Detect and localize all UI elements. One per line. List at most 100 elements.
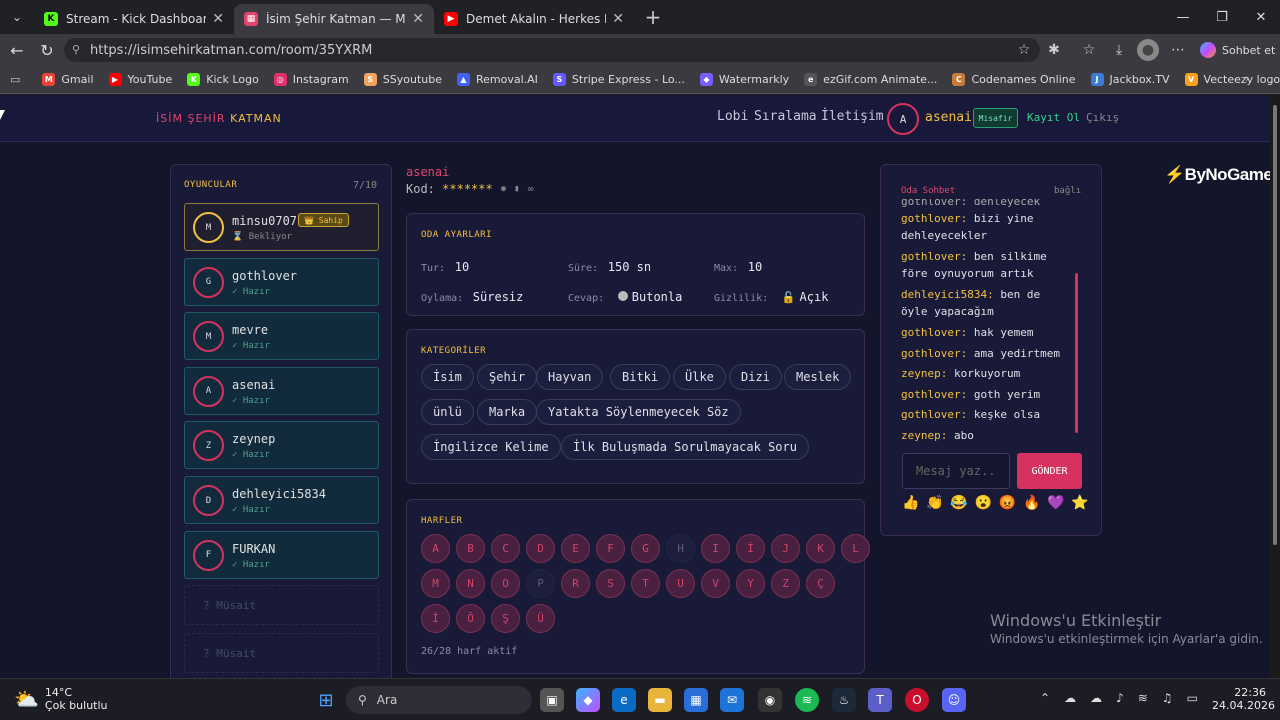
letter-button[interactable]: N (456, 569, 485, 598)
windows-start-icon[interactable]: ⊞ (314, 688, 338, 712)
category-chip[interactable]: Meslek (784, 364, 852, 390)
letter-button[interactable]: P (526, 569, 555, 598)
emoji-button[interactable]: 👍 (902, 495, 919, 511)
nav-siralama[interactable]: Sıralama (754, 109, 817, 124)
emoji-button[interactable]: 😡 (999, 495, 1016, 511)
chat-scrollbar[interactable] (1075, 273, 1078, 433)
emoji-button[interactable]: 😮 (975, 495, 992, 511)
nav-iletisim[interactable]: İletişim (821, 109, 884, 124)
avatar[interactable]: A (887, 103, 919, 135)
close-icon[interactable]: ✕ (212, 11, 224, 27)
letter-button[interactable]: Ç (806, 569, 835, 598)
letter-button[interactable]: G (631, 534, 660, 563)
emoji-button[interactable]: 😂 (950, 495, 967, 511)
category-chip[interactable]: Şehir (477, 364, 538, 390)
category-chip[interactable]: Ülke (673, 364, 726, 390)
emoji-button[interactable]: ⭐ (1071, 495, 1088, 511)
onedrive-icon[interactable]: ☁ (1064, 691, 1076, 705)
bookmark-1[interactable]: ▶ YouTube (108, 73, 172, 86)
letter-button[interactable]: Y (736, 569, 765, 598)
register-link[interactable]: Kayıt Ol (1027, 111, 1080, 124)
letter-button[interactable]: B (456, 534, 485, 563)
category-chip[interactable]: Hayvan (536, 364, 604, 390)
bookmark-8[interactable]: e ezGif.com Animate... (804, 73, 937, 86)
category-chip[interactable]: Yatakta Söylenmeyecek Söz (536, 399, 741, 425)
emoji-button[interactable]: 👏 (926, 495, 943, 511)
link-icon[interactable]: ∞ (528, 184, 534, 195)
letter-button[interactable]: D (526, 534, 555, 563)
username[interactable]: asenai (925, 110, 972, 125)
file-explorer-icon[interactable]: ▬ (648, 688, 672, 712)
category-chip[interactable]: İngilizce Kelime (421, 434, 561, 460)
minimize-button[interactable]: — (1163, 0, 1203, 34)
letter-button[interactable]: Ö (456, 604, 485, 633)
extensions-icon[interactable]: ✱ (1043, 39, 1065, 61)
copilot-icon[interactable]: ◆ (576, 688, 600, 712)
bookmark-2[interactable]: K Kick Logo (187, 73, 259, 86)
letter-button[interactable]: R (561, 569, 590, 598)
page-scrollbar[interactable] (1270, 95, 1280, 678)
category-chip[interactable]: İsim (421, 364, 474, 390)
bookmark-0[interactable]: M Gmail (42, 73, 94, 86)
task-view-icon[interactable]: ▣ (540, 688, 564, 712)
letter-button[interactable]: T (631, 569, 660, 598)
spotify-icon[interactable]: ≋ (795, 688, 819, 712)
chat-messages[interactable]: gothlover: dehleyecek gothlover: bizi yi… (881, 199, 1103, 444)
letter-button[interactable]: F (596, 534, 625, 563)
steam-icon[interactable]: ♨ (832, 688, 856, 712)
category-chip[interactable]: Dizi (729, 364, 782, 390)
letter-button[interactable]: U (666, 569, 695, 598)
system-tray[interactable]: ⌃ ☁ ☁ ♪ ≋ ♫ ▭ (1040, 691, 1198, 705)
letter-button[interactable]: S (596, 569, 625, 598)
maximize-button[interactable]: ❐ (1202, 0, 1242, 34)
back-button[interactable]: ← (2, 35, 32, 65)
close-icon[interactable]: ✕ (412, 11, 424, 27)
letter-button[interactable]: Ü (526, 604, 555, 633)
chevron-up-icon[interactable]: ⌃ (1040, 691, 1050, 705)
letter-button[interactable]: H (666, 534, 695, 563)
microphone-icon[interactable]: ♪ (1116, 691, 1124, 705)
eye-icon[interactable]: ◉ (501, 184, 506, 194)
site-logo[interactable]: İSİM ŞEHİR KATMAN (156, 112, 282, 125)
emoji-button[interactable]: 💜 (1047, 495, 1064, 511)
chat-input[interactable]: Mesaj yaz.. (902, 453, 1010, 489)
letter-button[interactable]: E (561, 534, 590, 563)
bookmark-10[interactable]: J Jackbox.TV (1090, 73, 1170, 86)
battery-icon[interactable]: ▭ (1187, 691, 1198, 705)
close-window-button[interactable]: ✕ (1241, 0, 1280, 34)
teams-icon[interactable]: T (868, 688, 892, 712)
scroll-thumb[interactable] (1273, 105, 1277, 545)
download-icon[interactable]: ⤓ (1108, 39, 1130, 61)
category-chip[interactable]: ünlü (421, 399, 474, 425)
cloud-sync-icon[interactable]: ☁ (1090, 691, 1102, 705)
category-chip[interactable]: Marka (477, 399, 538, 425)
browser-tab-youtube[interactable]: ▶ Demet Akalın - Herkes Hak Ettiği G ✕ (434, 4, 634, 34)
letter-button[interactable]: Ş (491, 604, 520, 633)
bookmark-4[interactable]: S SSyoutube (363, 73, 442, 86)
bookmark-11[interactable]: V Vecteezy logo Vect... (1184, 73, 1280, 86)
bookmark-3[interactable]: ◎ Instagram (273, 73, 349, 86)
discord-icon[interactable]: ☺ (942, 688, 966, 712)
collections-icon[interactable]: ▭ (10, 73, 20, 86)
tab-search-button[interactable]: ⌄ (0, 0, 34, 34)
letter-button[interactable]: L (841, 534, 870, 563)
clock[interactable]: 22:36 24.04.2026 (1212, 686, 1275, 712)
new-tab-button[interactable]: + (638, 2, 668, 32)
store-icon[interactable]: ▦ (684, 688, 708, 712)
wifi-icon[interactable]: ≋ (1138, 691, 1148, 705)
reload-button[interactable]: ↻ (32, 35, 62, 65)
send-button[interactable]: GÖNDER (1017, 453, 1082, 489)
star-icon[interactable]: ☆ (1013, 39, 1035, 61)
bookmark-5[interactable]: ▲ Removal.AI (456, 73, 538, 86)
weather-widget[interactable]: ⛅ 14°C Çok bulutlu (14, 686, 108, 712)
bookmark-6[interactable]: S Stripe Express - Lo... (552, 73, 685, 86)
nav-lobi[interactable]: Lobi (717, 109, 748, 124)
bynogame-logo[interactable]: ⚡ByNoGame (1164, 165, 1270, 185)
url-field[interactable]: ⚲ https://isimsehirkatman.com/room/35YXR… (64, 38, 1040, 62)
letter-button[interactable]: Z (771, 569, 800, 598)
letter-button[interactable]: İ (421, 604, 450, 633)
outlook-icon[interactable]: ✉ (720, 688, 744, 712)
copilot-button[interactable]: Sohbet et (1200, 39, 1275, 61)
letter-button[interactable]: A (421, 534, 450, 563)
profile-icon[interactable]: ● (1137, 39, 1159, 61)
